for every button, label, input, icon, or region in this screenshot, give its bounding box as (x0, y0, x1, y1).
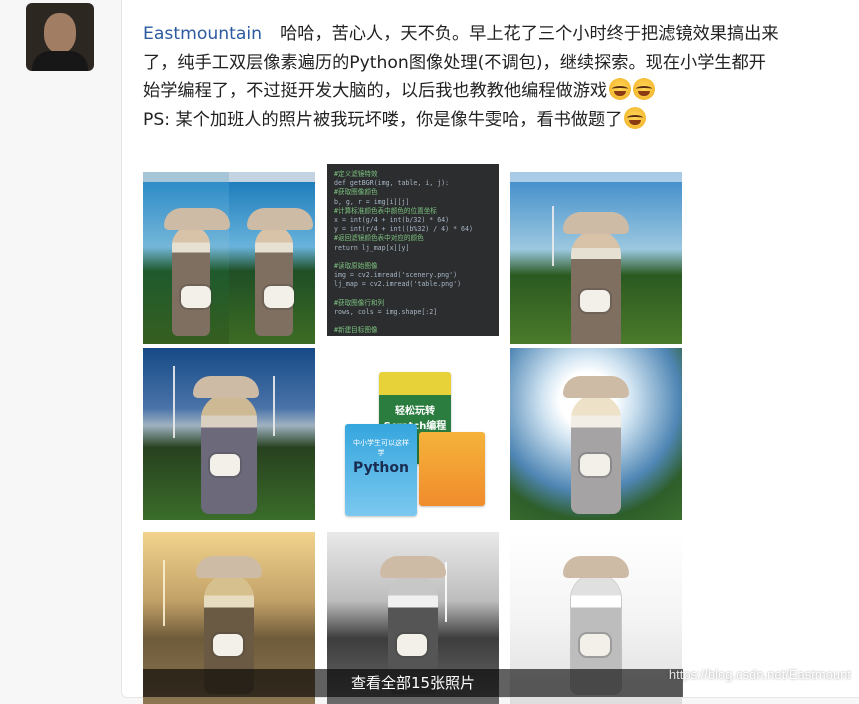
woman-figure (255, 226, 293, 336)
woman-figure (201, 394, 257, 514)
code-block: #定义滤镜特效def getBGR(img, table, i, j): #获取… (334, 170, 492, 336)
code-line: b, g, r = img[i][j] (334, 198, 492, 207)
code-line: x = int(g/4 + int(b/32) * 64) (334, 216, 492, 225)
photo-python-code-screenshot[interactable]: #定义滤镜特效def getBGR(img, table, i, j): #获取… (327, 164, 499, 336)
laughing-tears-icon (609, 78, 631, 100)
avatar-suit (32, 51, 88, 71)
windmill (173, 366, 175, 438)
photo-lighting-filter[interactable] (510, 348, 682, 520)
code-line: rows, cols = img.shape[:2] (334, 308, 492, 317)
code-line: #新建目标图像 (334, 326, 492, 335)
code-line: lj_map = cv2.imread('table.png') (334, 280, 492, 289)
window-titlebar (510, 172, 682, 182)
code-line: #计算标准颜色表中颜色的位置坐标 (334, 207, 492, 216)
woman-figure (571, 394, 621, 514)
woman-figure (571, 230, 621, 344)
windmill (273, 376, 275, 436)
code-line: return lj_map[x][y] (334, 244, 492, 253)
post-line-4: PS: 某个加班人的照片被我玩坏喽，你是像牛雯哈，看书做题了 (143, 110, 622, 130)
woman-figure (172, 226, 210, 336)
windmill (163, 560, 165, 626)
code-line: #获取图像行和列 (334, 299, 492, 308)
code-line: img = cv2.imread('scenery.png') (334, 271, 492, 280)
windmill (552, 206, 554, 266)
code-line: #获取图像颜色 (334, 188, 492, 197)
view-all-photos-button[interactable]: 查看全部15张照片 (143, 669, 683, 697)
avatar-face (44, 13, 76, 53)
post-line-1: 哈哈，苦心人，天不负。早上花了三个小时终于把滤镜效果搞出来 (280, 24, 778, 44)
book-python: 中小学生可以这样学 Python (345, 424, 417, 516)
post-text: Eastmountain 哈哈，苦心人，天不负。早上花了三个小时终于把滤镜效果搞出… (143, 20, 843, 134)
author-avatar[interactable] (26, 3, 94, 71)
code-line (334, 253, 492, 262)
window-titlebar (143, 172, 315, 182)
photo-original-and-sunset-filter[interactable] (143, 172, 315, 344)
photo-sunset-filter[interactable] (510, 172, 682, 344)
post-line-3: 始学编程了，不过挺开发大脑的，以后我也教教他编程做游戏 (143, 81, 607, 101)
photo-programming-books[interactable]: 轻松玩转Scratch编程 中小学生可以这样学 Python (327, 348, 499, 520)
author-name-link[interactable]: Eastmountain (143, 24, 262, 44)
code-line: #返回滤镜颜色表中对应的颜色 (334, 234, 492, 243)
post-line-2: 了，纯手工双层像素遍历的Python图像处理(不调包)，继续探索。现在小学生都开 (143, 53, 766, 73)
photo-comic-filter[interactable] (143, 348, 315, 520)
csdn-watermark: https://blog.csdn.net/Eastmount (669, 667, 851, 682)
code-line: #读取原始图像 (334, 262, 492, 271)
book-game (419, 432, 485, 506)
laughing-tears-icon (624, 107, 646, 129)
code-line: #定义滤镜特效 (334, 170, 492, 179)
laughing-tears-icon (633, 78, 655, 100)
view-all-photos-label: 查看全部15张照片 (351, 674, 475, 692)
photo-gallery: #定义滤镜特效def getBGR(img, table, i, j): #获取… (143, 164, 683, 697)
code-line (334, 290, 492, 299)
